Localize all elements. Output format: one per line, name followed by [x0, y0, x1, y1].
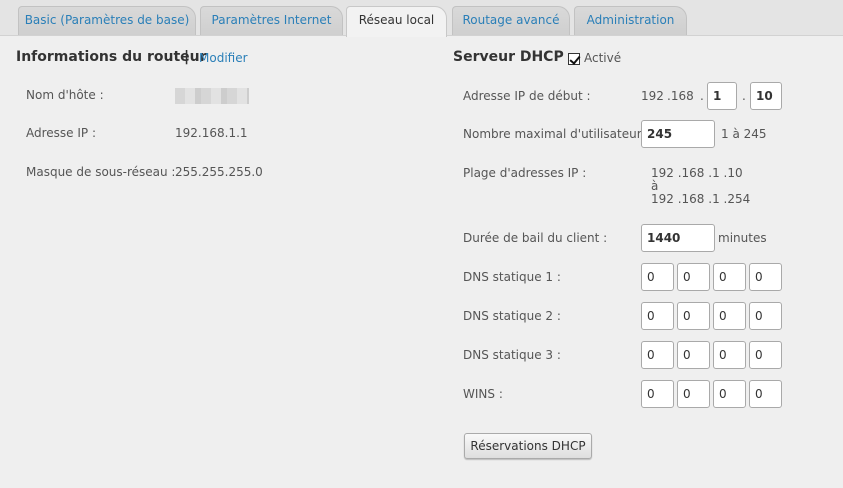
- ip-range-start: 192 .168 .1 .10: [651, 166, 743, 180]
- wins-label: WINS :: [463, 387, 503, 401]
- wins-octet2-input[interactable]: [677, 380, 710, 408]
- content-panel: Informations du routeur | Modifier Nom d…: [0, 35, 843, 488]
- max-users-label: Nombre maximal d'utilisateurs :: [463, 127, 656, 141]
- start-ip-label: Adresse IP de début :: [463, 89, 591, 103]
- start-ip-octet1: 192: [641, 89, 664, 103]
- ip-range-end: 192 .168 .1 .254: [651, 192, 751, 206]
- ip-range-to: à: [651, 179, 659, 193]
- dhcp-reservations-button[interactable]: Réservations DHCP: [464, 433, 592, 459]
- wins-octet3-input[interactable]: [713, 380, 746, 408]
- wins-octet4-input[interactable]: [749, 380, 782, 408]
- dns3-octet3-input[interactable]: [713, 341, 746, 369]
- dns2-octet1-input[interactable]: [641, 302, 674, 330]
- modify-link[interactable]: Modifier: [199, 51, 248, 65]
- dns2-label: DNS statique 2 :: [463, 309, 561, 323]
- dhcp-server-title: Serveur DHCP: [453, 49, 564, 65]
- ip-address-label: Adresse IP :: [26, 126, 97, 140]
- dns3-octet2-input[interactable]: [677, 341, 710, 369]
- max-users-range: 1 à 245: [721, 127, 767, 141]
- subnet-mask-label: Masque de sous-réseau :: [26, 165, 176, 179]
- tab-local-network[interactable]: Réseau local: [346, 6, 447, 37]
- lease-time-unit: minutes: [718, 231, 767, 245]
- dns1-label: DNS statique 1 :: [463, 270, 561, 284]
- ip-address-value: 192.168.1.1: [175, 126, 248, 140]
- wins-octet1-input[interactable]: [641, 380, 674, 408]
- dns1-octet2-input[interactable]: [677, 263, 710, 291]
- dhcp-enabled-label: Activé: [584, 51, 622, 65]
- start-ip-octet2: .168: [667, 89, 694, 103]
- subnet-mask-value: 255.255.255.0: [175, 165, 263, 179]
- start-ip-dot: .: [742, 89, 746, 103]
- dns3-label: DNS statique 3 :: [463, 348, 561, 362]
- tab-advanced-routing[interactable]: Routage avancé: [452, 6, 570, 35]
- dns2-octet2-input[interactable]: [677, 302, 710, 330]
- dns3-octet4-input[interactable]: [749, 341, 782, 369]
- dns1-octet1-input[interactable]: [641, 263, 674, 291]
- title-separator: |: [184, 49, 190, 65]
- dns1-octet4-input[interactable]: [749, 263, 782, 291]
- lease-time-input[interactable]: [641, 224, 715, 252]
- hostname-value-redacted: [175, 88, 249, 104]
- dhcp-enabled-checkbox[interactable]: [568, 53, 580, 65]
- dns1-octet3-input[interactable]: [713, 263, 746, 291]
- dns3-octet1-input[interactable]: [641, 341, 674, 369]
- tab-basic[interactable]: Basic (Paramètres de base): [18, 6, 196, 35]
- dns2-octet3-input[interactable]: [713, 302, 746, 330]
- tab-administration[interactable]: Administration: [574, 6, 687, 35]
- max-users-input[interactable]: [641, 120, 715, 148]
- start-ip-dot: .: [700, 89, 704, 103]
- router-info-title: Informations du routeur: [16, 49, 207, 65]
- ip-range-label: Plage d'adresses IP :: [463, 166, 587, 180]
- dns2-octet4-input[interactable]: [749, 302, 782, 330]
- start-ip-octet4-input[interactable]: [750, 82, 782, 110]
- hostname-label: Nom d'hôte :: [26, 88, 104, 102]
- start-ip-octet3-input[interactable]: [707, 82, 737, 110]
- lease-time-label: Durée de bail du client :: [463, 231, 608, 245]
- tab-internet-settings[interactable]: Paramètres Internet: [200, 6, 343, 35]
